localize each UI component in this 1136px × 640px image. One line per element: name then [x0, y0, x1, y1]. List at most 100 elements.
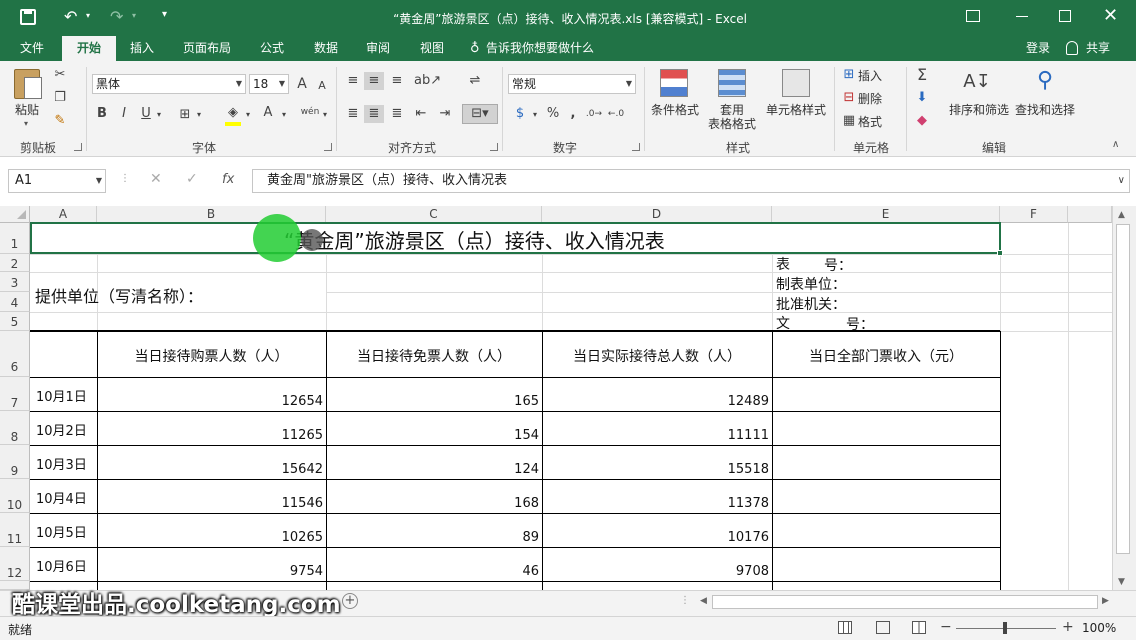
column-header-d[interactable]: D: [542, 206, 772, 223]
row-header-10[interactable]: 10: [0, 479, 30, 513]
underline-dropdown-icon[interactable]: ▾: [154, 106, 164, 124]
customize-qat-icon[interactable]: ▾: [162, 9, 167, 20]
free-cell[interactable]: 154: [327, 428, 541, 443]
date-cell[interactable]: 10月3日: [36, 454, 96, 473]
tell-me-box[interactable]: 告诉我你想要做什么: [486, 36, 602, 61]
delete-cells-icon[interactable]: ⊟: [840, 89, 858, 107]
date-cell[interactable]: 10月2日: [36, 420, 96, 439]
sheet-title[interactable]: “黄金周”旅游景区（点）接待、收入情况表: [284, 225, 774, 254]
date-cell[interactable]: 10月1日: [36, 386, 96, 405]
format-cells-icon[interactable]: ▦: [840, 112, 858, 130]
free-cell[interactable]: 124: [327, 462, 541, 477]
number-format-combo[interactable]: 常规 ▼: [508, 74, 636, 94]
row-header-4[interactable]: 4: [0, 292, 30, 312]
total-cell[interactable]: 11378: [543, 496, 771, 511]
font-grow-icon[interactable]: A: [294, 75, 310, 93]
free-cell[interactable]: 168: [327, 496, 541, 511]
wrap-text-icon[interactable]: ⇌: [466, 72, 484, 90]
font-name-combo[interactable]: 黑体 ▼: [92, 74, 246, 94]
fill-color-icon[interactable]: ◈: [224, 104, 242, 122]
scroll-left-icon[interactable]: ◀: [700, 596, 707, 606]
decrease-indent-icon[interactable]: ⇤: [412, 105, 430, 123]
font-color-icon[interactable]: A: [260, 104, 276, 122]
format-as-table-icon[interactable]: [718, 69, 746, 97]
format-as-table-button[interactable]: 套用 表格格式: [700, 103, 764, 131]
find-select-icon[interactable]: ⚲: [1030, 67, 1060, 95]
meta-biao[interactable]: 表: [776, 254, 806, 274]
meta-wen-hao[interactable]: 号：: [846, 314, 896, 334]
zoom-in-icon[interactable]: +: [1062, 619, 1074, 635]
clear-icon[interactable]: ◆: [912, 112, 932, 130]
purchase-cell[interactable]: 12654: [98, 394, 325, 409]
header-purchase[interactable]: 当日接待购票人数（人）: [98, 346, 325, 366]
font-size-combo[interactable]: 18 ▼: [249, 74, 289, 94]
decrease-decimal-icon[interactable]: ←.0: [606, 105, 626, 123]
tab-data[interactable]: 数据: [304, 36, 348, 61]
name-box[interactable]: A1 ▼: [8, 169, 106, 193]
row-header-1[interactable]: 1: [0, 223, 30, 254]
delete-cells-button[interactable]: 删除: [858, 92, 888, 106]
sign-in-link[interactable]: 登录: [1022, 36, 1054, 61]
insert-cells-button[interactable]: 插入: [858, 69, 888, 83]
scroll-down-icon[interactable]: ▼: [1118, 577, 1125, 587]
total-cell[interactable]: 10176: [543, 530, 771, 545]
format-cells-button[interactable]: 格式: [858, 115, 888, 129]
comma-style-icon[interactable]: ,: [566, 105, 580, 123]
total-cell[interactable]: 12489: [543, 394, 771, 409]
date-cell[interactable]: 10月4日: [36, 488, 96, 507]
row-header-8[interactable]: 8: [0, 411, 30, 445]
align-right-icon[interactable]: ≣: [388, 105, 406, 123]
align-left-icon[interactable]: ≣: [344, 105, 362, 123]
row-header-3[interactable]: 3: [0, 272, 30, 292]
accounting-format-icon[interactable]: $: [510, 105, 530, 123]
number-launcher-icon[interactable]: [632, 143, 640, 151]
close-icon[interactable]: ✕: [1103, 5, 1118, 26]
purchase-cell[interactable]: 15642: [98, 462, 325, 477]
align-top-icon[interactable]: ≡: [344, 72, 362, 90]
total-cell[interactable]: 15518: [543, 462, 771, 477]
fill-handle[interactable]: [997, 250, 1003, 256]
alignment-launcher-icon[interactable]: [490, 143, 498, 151]
column-header-f[interactable]: F: [1000, 206, 1068, 223]
add-sheet-icon[interactable]: +: [342, 593, 358, 609]
zoom-out-icon[interactable]: −: [940, 619, 952, 635]
find-select-button[interactable]: 查找和选择: [1012, 103, 1078, 117]
ribbon-display-icon[interactable]: [966, 10, 980, 22]
cut-icon[interactable]: ✂: [50, 66, 70, 84]
conditional-format-button[interactable]: 条件格式: [646, 103, 704, 117]
vertical-scroll-thumb[interactable]: [1116, 224, 1130, 554]
free-cell[interactable]: 89: [327, 530, 541, 545]
total-cell[interactable]: 9708: [543, 564, 771, 579]
tab-review[interactable]: 审阅: [356, 36, 400, 61]
conditional-format-icon[interactable]: [660, 69, 688, 97]
row-header-6[interactable]: 6: [0, 331, 30, 377]
redo-dropdown-icon[interactable]: ▾: [132, 11, 136, 20]
page-break-view-icon[interactable]: [912, 621, 926, 634]
enter-icon[interactable]: ✓: [186, 171, 198, 187]
percent-style-icon[interactable]: %: [544, 105, 562, 123]
header-total[interactable]: 当日实际接待总人数（人）: [543, 346, 771, 366]
font-launcher-icon[interactable]: [324, 143, 332, 151]
meta-wen[interactable]: 文: [776, 313, 806, 333]
meta-biao-hao[interactable]: 号：: [824, 255, 874, 275]
date-cell[interactable]: 10月6日: [36, 556, 96, 575]
align-middle-icon[interactable]: ≡: [364, 72, 384, 90]
increase-indent-icon[interactable]: ⇥: [436, 105, 454, 123]
merge-center-icon[interactable]: ⊟▾: [462, 104, 498, 124]
borders-dropdown-icon[interactable]: ▾: [194, 106, 204, 124]
scroll-right-icon[interactable]: ▶: [1102, 596, 1109, 606]
free-cell[interactable]: 46: [327, 564, 541, 579]
page-layout-view-icon[interactable]: [876, 621, 890, 634]
header-revenue[interactable]: 当日全部门票收入（元）: [773, 346, 999, 366]
date-cell[interactable]: 10月5日: [36, 522, 96, 541]
align-bottom-icon[interactable]: ≡: [388, 72, 406, 90]
clipboard-launcher-icon[interactable]: [74, 143, 82, 151]
insert-cells-icon[interactable]: ⊞: [840, 66, 858, 84]
scroll-up-icon[interactable]: ▲: [1118, 210, 1125, 220]
column-header-e[interactable]: E: [772, 206, 1000, 223]
autosum-icon[interactable]: Σ: [912, 66, 932, 84]
formula-input[interactable]: 黄金周"旅游景区（点）接待、收入情况表 ∨: [252, 169, 1130, 193]
row-header-11[interactable]: 11: [0, 513, 30, 547]
underline-button[interactable]: U: [138, 105, 154, 123]
row-header-9[interactable]: 9: [0, 445, 30, 479]
